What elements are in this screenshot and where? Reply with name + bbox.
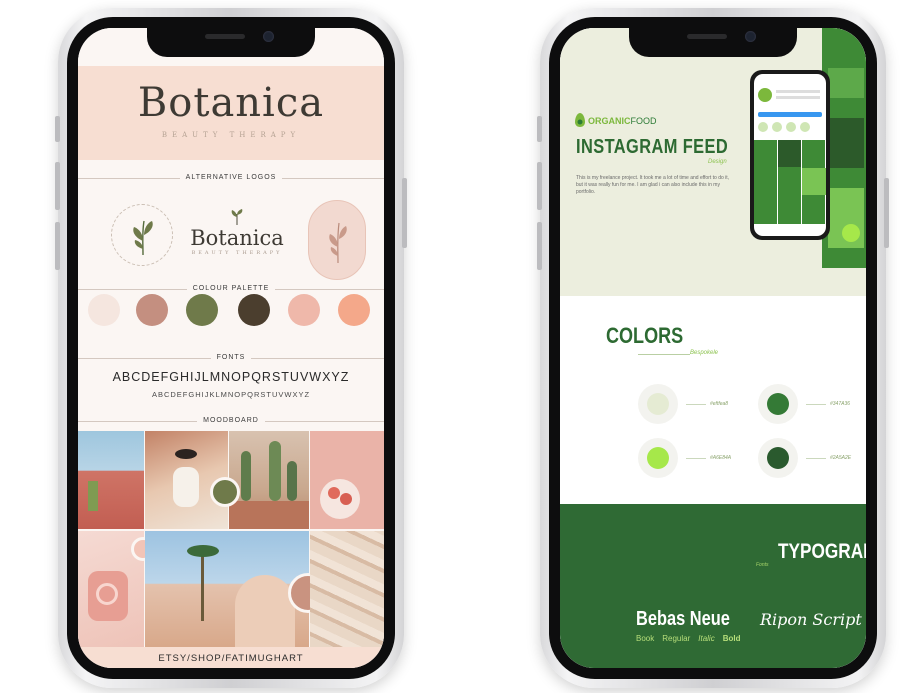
branch-icon	[329, 222, 347, 264]
palette-swatch	[88, 294, 120, 326]
color-hex-line	[686, 404, 706, 405]
brand-title: Botanica	[137, 80, 325, 126]
moodboard-photo-fruit	[310, 431, 384, 529]
alt-logos-section-label: ALTERNATIVE LOGOS	[78, 174, 384, 181]
brand-subtitle: BEAUTY THERAPY	[161, 131, 301, 139]
avocado-icon	[575, 113, 585, 127]
power-button	[402, 178, 407, 248]
moodboard-grid	[78, 431, 384, 647]
leaf-icon	[133, 220, 153, 256]
power-button	[884, 178, 889, 248]
typography-heading: TYPOGRAP	[778, 540, 866, 563]
volume-up-button	[537, 162, 542, 210]
color-swatch	[638, 384, 678, 424]
moodboard-photo-architecture	[78, 431, 144, 529]
mute-switch	[537, 116, 542, 142]
circular-logo	[111, 204, 173, 266]
palette-swatch	[238, 294, 270, 326]
instagram-description: This is my freelance project. It took me…	[576, 175, 730, 195]
color-swatch	[758, 384, 798, 424]
moodboard-photo-papers	[310, 531, 384, 647]
instagram-tag: Design	[708, 159, 727, 165]
color-hex-label: #2A5A2E	[830, 455, 852, 461]
color-hex-label: #eftfea8	[710, 401, 729, 407]
botanica-brand-board: Botanica BEAUTY THERAPY ALTERNATIVE LOGO…	[78, 28, 384, 668]
fonts-section-label: FONTS	[78, 354, 384, 361]
color-hex-line	[806, 404, 826, 405]
instagram-heading: INSTAGRAM FEED	[576, 136, 729, 158]
instagram-preview-phone	[750, 70, 830, 240]
colors-underline	[638, 354, 690, 355]
color-hex-line	[686, 458, 706, 459]
color-swatch	[758, 438, 798, 478]
palette-swatch	[288, 294, 320, 326]
color-hex-line	[806, 458, 826, 459]
volume-down-button	[55, 222, 60, 270]
colors-heading: COLORS	[606, 323, 684, 348]
organic-food-case-study: ORGANICFOOD INSTAGRAM FEED Design This i…	[560, 28, 866, 668]
overlay-swatch-olive	[210, 477, 240, 507]
color-hex-label: #347A36	[830, 401, 851, 407]
volume-down-button	[537, 222, 542, 270]
font-weight-regular: Regular	[662, 634, 691, 643]
typography-section	[560, 504, 866, 668]
font-sample-bold: ABCDEFGHIJLMNOPQRSTUVWXYZ	[112, 370, 350, 384]
phone-notch	[147, 25, 315, 57]
mute-switch	[55, 116, 60, 142]
instagram-preview-screen	[754, 74, 826, 236]
font-secondary: Ripon Script	[760, 610, 862, 629]
colors-tag: Bespokele	[690, 350, 719, 356]
color-hex-label: #A6E84A	[710, 455, 732, 461]
phone-screen-left: Botanica BEAUTY THERAPY ALTERNATIVE LOGO…	[78, 28, 384, 668]
sprout-icon	[231, 209, 243, 225]
font-weight-bold: Bold	[722, 634, 741, 643]
volume-up-button	[55, 162, 60, 210]
moodboard-photo-cactus	[229, 431, 309, 529]
phone-mockup-left: Botanica BEAUTY THERAPY ALTERNATIVE LOGO…	[55, 8, 407, 688]
font-weight-italic: Italic	[698, 634, 715, 643]
palette-swatch	[338, 294, 370, 326]
moodboard-section-label: MOODBOARD	[78, 417, 384, 424]
palette-swatch	[186, 294, 218, 326]
arch-logo	[308, 200, 366, 280]
palette-swatch	[136, 294, 168, 326]
organic-food-logo: ORGANICFOOD	[588, 116, 657, 126]
footer-shop-link[interactable]: ETSY/SHOP/FATIMUGHART	[78, 647, 384, 668]
typography-tag: Fonts	[756, 562, 769, 568]
moodboard-photo-palm	[145, 531, 309, 647]
phone-mockup-right: ORGANICFOOD INSTAGRAM FEED Design This i…	[537, 8, 889, 688]
phone-notch	[629, 25, 797, 57]
color-swatch	[638, 438, 678, 478]
logo-variant-subtitle: BEAUTY THERAPY	[191, 250, 283, 256]
phone-screen-right: ORGANICFOOD INSTAGRAM FEED Design This i…	[560, 28, 866, 668]
font-primary: Bebas Neue	[636, 608, 730, 630]
font-sample-light: ABCDEFGHIJKLMNOPQRSTUVWXYZ	[151, 390, 311, 399]
font-weight-book: Book	[636, 634, 655, 643]
font-weights: Book Regular Italic Bold	[636, 634, 748, 643]
logo-variant-title: Botanica	[190, 226, 284, 250]
palette-section-label: COLOUR PALETTE	[78, 285, 384, 292]
